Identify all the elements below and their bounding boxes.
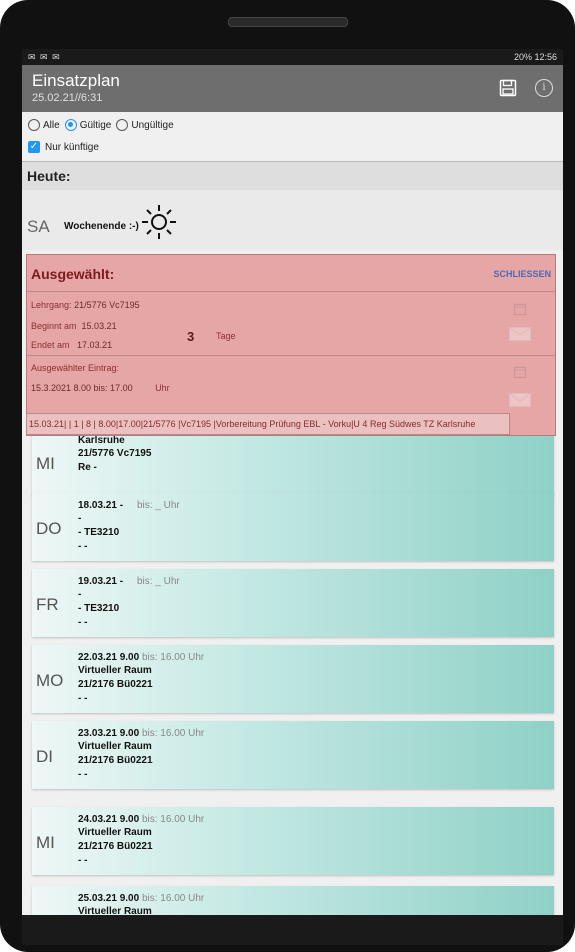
divider — [27, 355, 555, 356]
card-day: MO — [36, 671, 64, 690]
mail-icon[interactable] — [509, 393, 531, 407]
card-day: MI — [36, 833, 55, 852]
beginnt-row: Beginnt am 15.03.21 — [31, 321, 117, 331]
card-day: MI — [36, 454, 55, 473]
status-bar: ✉ ✉ ✉ 20% 12:56 — [22, 49, 563, 65]
today-text: Wochenende :-) — [64, 221, 139, 232]
card-day: FR — [36, 595, 59, 614]
nur-kuenftige-label: Nur künftige — [45, 141, 99, 153]
today-day: SA — [27, 217, 50, 236]
card-line1: 22.03.21 9.00 bis: 16.00 Uhr — [78, 652, 205, 663]
radio-circle-icon — [28, 119, 40, 131]
speaker-grille — [228, 17, 348, 27]
radio-circle-icon — [116, 119, 129, 131]
selected-panel: Ausgewählt: SCHLIESSEN Lehrgang: 21/5776… — [26, 254, 556, 436]
card-line1: 19.03.21 - bis: _ Uhr — [78, 576, 180, 587]
radio-ungueltige-label: Ungültige — [131, 119, 174, 131]
eintrag-label: Ausgewählter Eintrag: — [31, 363, 120, 373]
close-button[interactable]: SCHLIESSEN — [493, 269, 551, 279]
card-line2: Virtueller Raum — [78, 827, 152, 838]
device-frame: ✉ ✉ ✉ 20% 12:56 Einsatzplan 25.02.21//6:… — [0, 0, 575, 952]
mail-icon[interactable] — [509, 327, 531, 341]
radio-gueltige-label: Gültige — [79, 119, 112, 131]
filter-radio-group: Alle Gültige Ungültige — [28, 119, 179, 131]
list-item[interactable]: MO 22.03.21 9.00 bis: 16.00 Uhr Virtuell… — [32, 645, 554, 713]
calendar-icon[interactable] — [513, 365, 527, 379]
card-line3: - TE3210 — [78, 527, 120, 538]
radio-ungueltige[interactable]: Ungültige — [116, 119, 174, 131]
card-line2: Virtueller Raum — [78, 906, 152, 915]
card-day: DI — [36, 747, 53, 766]
lehrgang-row: Lehrgang: 21/5776 Vc7195 — [31, 300, 140, 310]
card-line3: 21/2176 Bü0221 — [78, 679, 153, 690]
calendar-icon[interactable] — [513, 302, 527, 316]
selected-title: Ausgewählt: — [31, 266, 115, 282]
nav-bar — [22, 915, 563, 945]
card-line1: 23.03.21 9.00 bis: 16.00 Uhr — [78, 728, 205, 739]
heute-label: Heute: — [27, 168, 71, 184]
card-line2: Virtueller Raum — [78, 665, 152, 676]
card-line4: - - — [78, 693, 88, 704]
card-line2: - — [78, 589, 82, 600]
card-line3: 21/2176 Bü0221 — [78, 755, 153, 766]
card-line4: - - — [78, 855, 88, 866]
selected-header: Ausgewählt: SCHLIESSEN — [27, 255, 555, 292]
battery-clock: 20% 12:56 — [513, 52, 557, 62]
app-bar: Einsatzplan 25.02.21//6:31 i — [22, 65, 563, 112]
today-entry[interactable]: SA Wochenende :-) — [22, 190, 563, 250]
card-line1: Karlsruhe — [78, 435, 125, 446]
eintrag-row: 15.3.2021 8.00 bis: 17.00 Uhr — [31, 383, 170, 393]
card-line2: Virtueller Raum — [78, 741, 152, 752]
list-item[interactable]: MI 24.03.21 9.00 bis: 16.00 Uhr Virtuell… — [32, 807, 554, 875]
card-line2: 21/5776 Vc7195 — [78, 448, 152, 459]
selected-info-bar: 15.03.21| | 1 | 8 | 8.00|17.00|21/5776 |… — [26, 413, 510, 435]
save-icon[interactable] — [499, 79, 517, 97]
tage-label: Tage — [216, 331, 236, 341]
radio-alle-label: Alle — [43, 119, 60, 131]
app-subtitle: 25.02.21//6:31 — [32, 92, 103, 104]
card-line4: - - — [78, 541, 88, 552]
sun-icon — [142, 205, 176, 239]
card-line4: - - — [78, 617, 88, 628]
list-item[interactable]: DO 18.03.21 - bis: _ Uhr - - TE3210 - - — [32, 493, 554, 561]
app-title: Einsatzplan — [32, 71, 120, 90]
card-line1: 24.03.21 9.00 bis: 16.00 Uhr — [78, 814, 205, 825]
tage-count: 3 — [187, 329, 195, 344]
card-line2: - — [78, 513, 82, 524]
card-line1: 18.03.21 - bis: _ Uhr — [78, 500, 180, 511]
heute-header: Heute: — [22, 161, 563, 191]
endet-row: Endet am 17.03.21 — [31, 340, 113, 350]
check-icon: ✓ — [28, 141, 40, 153]
card-line3: 21/2176 Bü0221 — [78, 841, 153, 852]
list-item[interactable]: DI 23.03.21 9.00 bis: 16.00 Uhr Virtuell… — [32, 721, 554, 789]
card-day: DO — [36, 519, 62, 538]
radio-selected-icon — [64, 119, 77, 131]
notification-icons: ✉ ✉ ✉ — [28, 52, 61, 62]
radio-gueltige[interactable]: Gültige — [64, 119, 112, 131]
card-line4: - - — [78, 769, 88, 780]
card-line1: 25.03.21 9.00 bis: 16.00 Uhr — [78, 893, 205, 904]
list-item[interactable]: FR 19.03.21 - bis: _ Uhr - - TE3210 - - — [32, 569, 554, 637]
card-line3: - TE3210 — [78, 603, 120, 614]
info-icon[interactable]: i — [535, 79, 553, 97]
nur-kuenftige-checkbox[interactable]: ✓ Nur künftige — [28, 141, 99, 153]
list-item[interactable]: 25.03.21 9.00 bis: 16.00 Uhr Virtueller … — [32, 886, 554, 915]
list-item[interactable]: MI Karlsruhe 21/5776 Vc7195 Re - — [32, 428, 554, 496]
app-screen: ✉ ✉ ✉ 20% 12:56 Einsatzplan 25.02.21//6:… — [22, 49, 563, 915]
radio-alle[interactable]: Alle — [28, 119, 60, 131]
card-line3: Re - — [78, 462, 97, 473]
